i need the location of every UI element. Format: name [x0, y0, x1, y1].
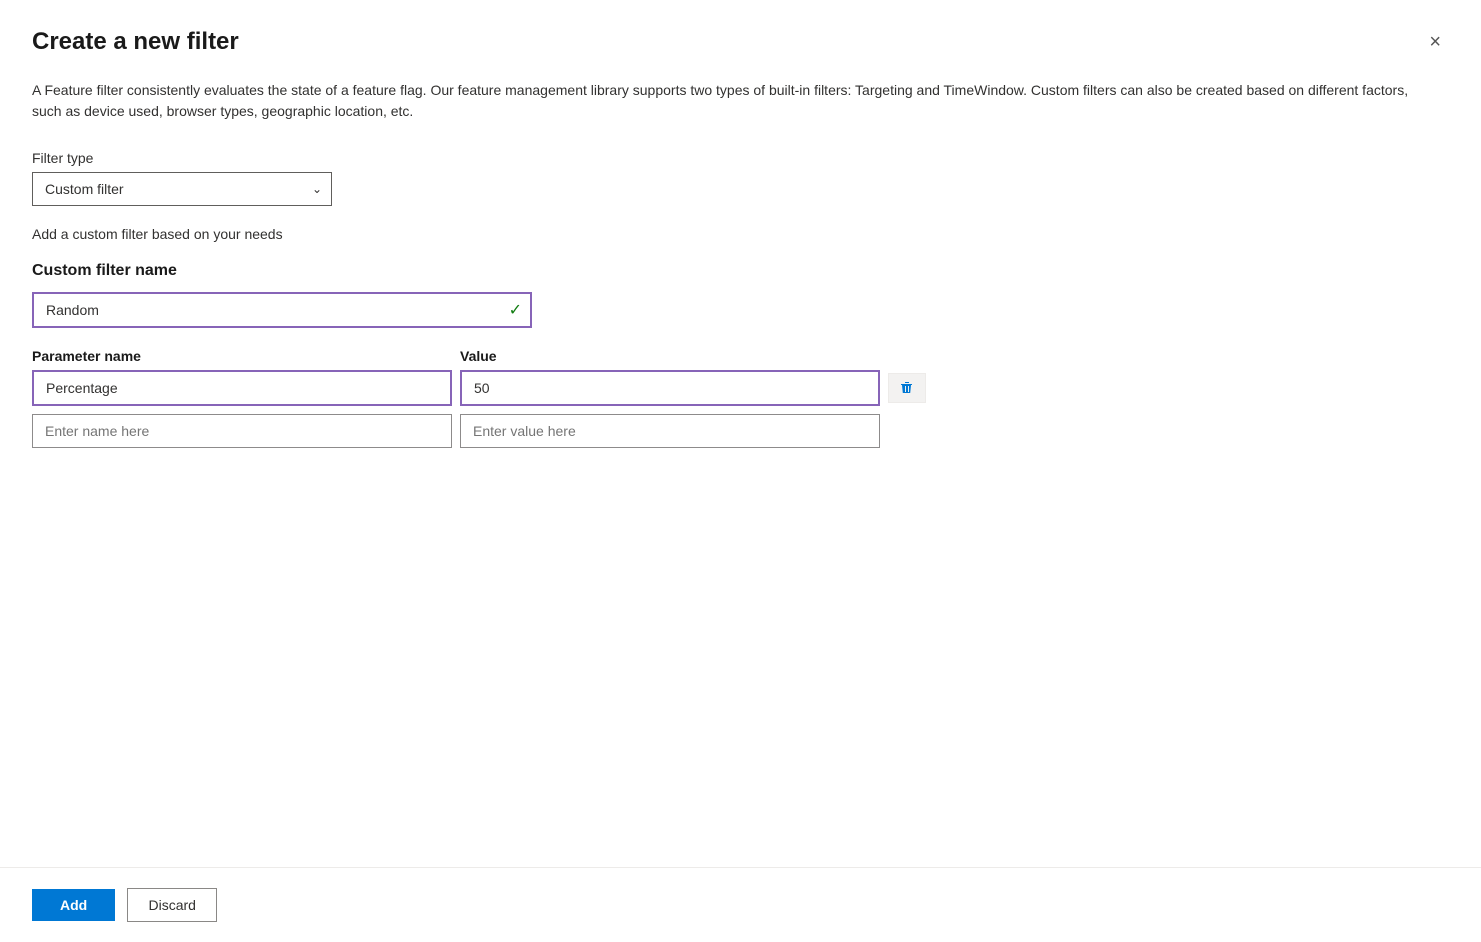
param-value-input-1[interactable] [460, 370, 880, 406]
custom-filter-name-label: Custom filter name [32, 262, 1449, 280]
filter-type-select-wrapper: Custom filter Targeting TimeWindow ⌄ [32, 172, 332, 206]
dialog-header: Create a new filter × [0, 0, 1481, 72]
dialog-footer: Add Discard [0, 867, 1481, 942]
discard-button[interactable]: Discard [127, 888, 217, 922]
description-text: A Feature filter consistently evaluates … [32, 80, 1412, 122]
filter-type-group: Filter type Custom filter Targeting Time… [32, 150, 1449, 206]
parameters-section: Parameter name Value [32, 348, 1449, 448]
param-name-column-header: Parameter name [32, 348, 452, 364]
filter-type-label: Filter type [32, 150, 1449, 166]
custom-filter-name-input-wrapper: ✓ [32, 292, 532, 328]
checkmark-icon: ✓ [509, 300, 522, 320]
custom-filter-name-group: Custom filter name ✓ [32, 262, 1449, 328]
helper-text: Add a custom filter based on your needs [32, 226, 1449, 242]
custom-filter-name-input[interactable] [32, 292, 532, 328]
dialog-title: Create a new filter [32, 28, 239, 56]
dialog-body: A Feature filter consistently evaluates … [0, 72, 1481, 867]
params-header: Parameter name Value [32, 348, 1449, 364]
param-name-input-1[interactable] [32, 370, 452, 406]
param-value-input-2[interactable] [460, 414, 880, 448]
trash-icon [899, 380, 915, 396]
delete-param-button-1[interactable] [888, 373, 926, 403]
create-filter-dialog: Create a new filter × A Feature filter c… [0, 0, 1481, 942]
close-button[interactable]: × [1421, 28, 1449, 56]
param-row-empty [32, 414, 1449, 448]
filter-type-select[interactable]: Custom filter Targeting TimeWindow [32, 172, 332, 206]
add-button[interactable]: Add [32, 889, 115, 921]
param-name-input-2[interactable] [32, 414, 452, 448]
param-value-column-header: Value [460, 348, 880, 364]
param-row [32, 370, 1449, 406]
